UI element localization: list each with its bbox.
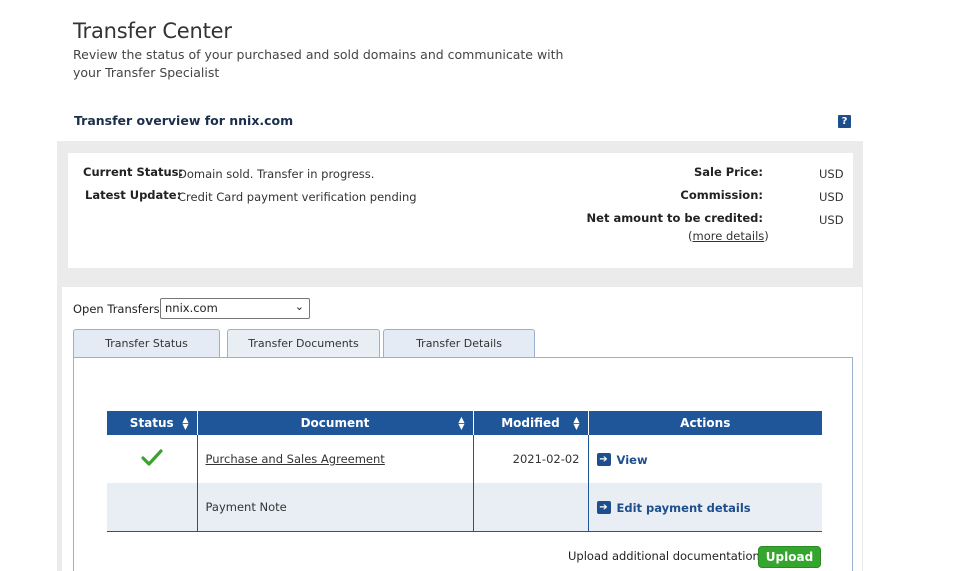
upload-label: Upload additional documentation: <box>568 549 764 563</box>
open-transfers-select[interactable]: nnix.com ⌄ <box>160 298 310 319</box>
sale-price-currency: USD <box>819 167 844 181</box>
open-transfers-selected: nnix.com <box>165 301 218 315</box>
modified-cell <box>473 483 589 532</box>
latest-update-label: Latest Update: <box>85 188 182 202</box>
tab-transfer-documents[interactable]: Transfer Documents <box>227 329 380 358</box>
sort-icon: ▲ ▼ <box>182 415 189 431</box>
current-status-value: Domain sold. Transfer in progress. <box>178 167 375 181</box>
help-icon[interactable]: ? <box>838 115 851 128</box>
documents-table: Status ▲ ▼ Document ▲ ▼ Modified ▲ ▼ Actions P… <box>107 411 822 532</box>
modified-cell: 2021-02-02 <box>473 435 589 483</box>
document-cell: Purchase and Sales Agreement <box>197 435 474 483</box>
checkmark-icon <box>141 448 163 466</box>
edit-payment-details-button[interactable]: ➔ Edit payment details <box>596 501 751 515</box>
actions-cell: ➔ Edit payment details <box>588 483 822 532</box>
arrow-right-icon: ➔ <box>596 501 611 514</box>
table-row: Payment Note ➔ Edit payment details <box>107 483 822 532</box>
more-details-link[interactable]: more details <box>693 229 765 243</box>
sale-price-label: Sale Price: <box>693 165 763 179</box>
sort-icon: ▲ ▼ <box>573 415 580 431</box>
arrow-right-icon: ➔ <box>596 453 611 467</box>
upload-button[interactable]: Upload <box>758 546 821 568</box>
status-cell <box>107 435 198 483</box>
actions-cell: ➔ View <box>588 435 822 483</box>
current-status-label: Current Status: <box>83 165 184 179</box>
tab-transfer-status[interactable]: Transfer Status <box>73 329 220 358</box>
page-title: Transfer Center <box>73 19 232 43</box>
document-cell: Payment Note <box>197 483 474 532</box>
tab-transfer-details[interactable]: Transfer Details <box>383 329 535 358</box>
commission-label: Commission: <box>680 188 763 202</box>
chevron-down-icon: ⌄ <box>294 300 304 313</box>
status-cell <box>107 483 198 532</box>
net-amount-currency: USD <box>819 213 844 227</box>
net-amount-label: Net amount to be credited: <box>586 211 763 225</box>
document-link-purchase-agreement[interactable]: Purchase and Sales Agreement <box>206 452 385 466</box>
column-header-modified[interactable]: Modified ▲ ▼ <box>473 411 589 435</box>
open-transfers-label: Open Transfers: <box>73 302 164 316</box>
overview-heading: Transfer overview for nnix.com <box>74 113 294 128</box>
column-header-actions: Actions <box>588 411 822 435</box>
page-subtitle: Review the status of your purchased and … <box>73 47 564 80</box>
sort-icon: ▲ ▼ <box>458 415 465 431</box>
column-header-document[interactable]: Document ▲ ▼ <box>197 411 474 435</box>
table-row: Purchase and Sales Agreement 2021-02-02 … <box>107 435 822 483</box>
more-details: (more details) <box>688 229 769 243</box>
view-button[interactable]: ➔ View <box>596 453 648 467</box>
column-header-status[interactable]: Status ▲ ▼ <box>107 411 198 435</box>
commission-currency: USD <box>819 190 844 204</box>
latest-update-value: Credit Card payment verification pending <box>178 190 417 204</box>
